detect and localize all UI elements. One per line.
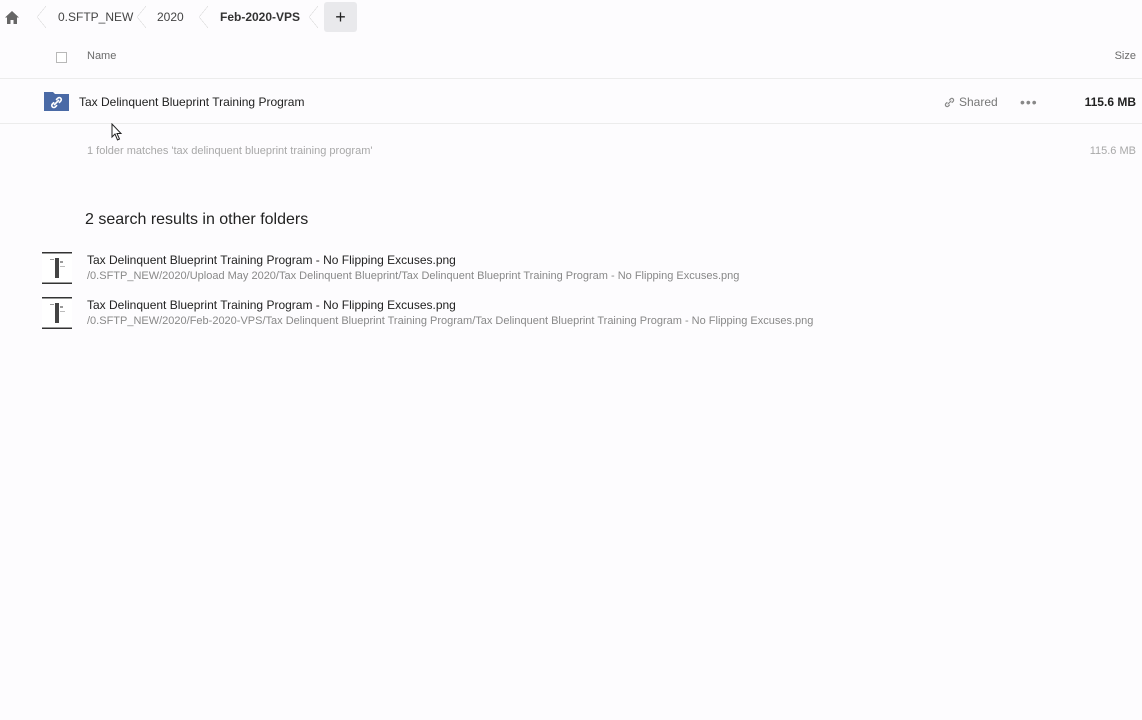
search-summary-size: 115.6 MB [1089,145,1136,157]
home-icon [5,10,19,24]
result-file-name[interactable]: Tax Delinquent Blueprint Training Progra… [87,253,456,267]
breadcrumb-item[interactable]: 2020 [146,0,208,34]
link-icon [944,97,955,107]
result-file-path[interactable]: /0.SFTP_NEW/2020/Feb-2020-VPS/Tax Delinq… [87,315,813,327]
shared-indicator[interactable]: Shared [944,95,998,109]
folder-name[interactable]: Tax Delinquent Blueprint Training Progra… [79,95,304,109]
image-thumbnail-icon [42,297,72,329]
mouse-cursor-icon [111,123,123,141]
result-file-name[interactable]: Tax Delinquent Blueprint Training Progra… [87,298,456,312]
file-browser: 0.SFTP_NEW 2020 Feb-2020-VPS + Name Size… [0,0,1142,720]
breadcrumb-item[interactable]: 0.SFTP_NEW [46,0,146,34]
breadcrumb-current[interactable]: Feb-2020-VPS [208,0,318,34]
other-results-title: 2 search results in other folders [85,211,309,228]
list-item[interactable]: Tax Delinquent Blueprint Training Progra… [0,295,1142,335]
folder-size: 115.6 MB [1084,95,1136,109]
breadcrumb: 0.SFTP_NEW 2020 Feb-2020-VPS + [0,0,357,34]
shared-folder-icon [44,92,69,111]
table-header: Name Size [0,40,1142,79]
add-button[interactable]: + [324,2,357,32]
image-thumbnail-icon [42,252,72,284]
list-item[interactable]: Tax Delinquent Blueprint Training Progra… [0,250,1142,290]
column-name-header[interactable]: Name [87,50,116,62]
shared-label: Shared [959,95,998,109]
search-summary: 1 folder matches 'tax delinquent bluepri… [87,145,373,157]
more-options-button[interactable]: ••• [1020,94,1038,110]
select-all-checkbox[interactable] [56,52,67,63]
result-file-path[interactable]: /0.SFTP_NEW/2020/Upload May 2020/Tax Del… [87,270,739,282]
breadcrumb-home[interactable] [0,0,46,34]
table-row[interactable]: Tax Delinquent Blueprint Training Progra… [0,80,1142,124]
column-size-header[interactable]: Size [1115,50,1136,62]
